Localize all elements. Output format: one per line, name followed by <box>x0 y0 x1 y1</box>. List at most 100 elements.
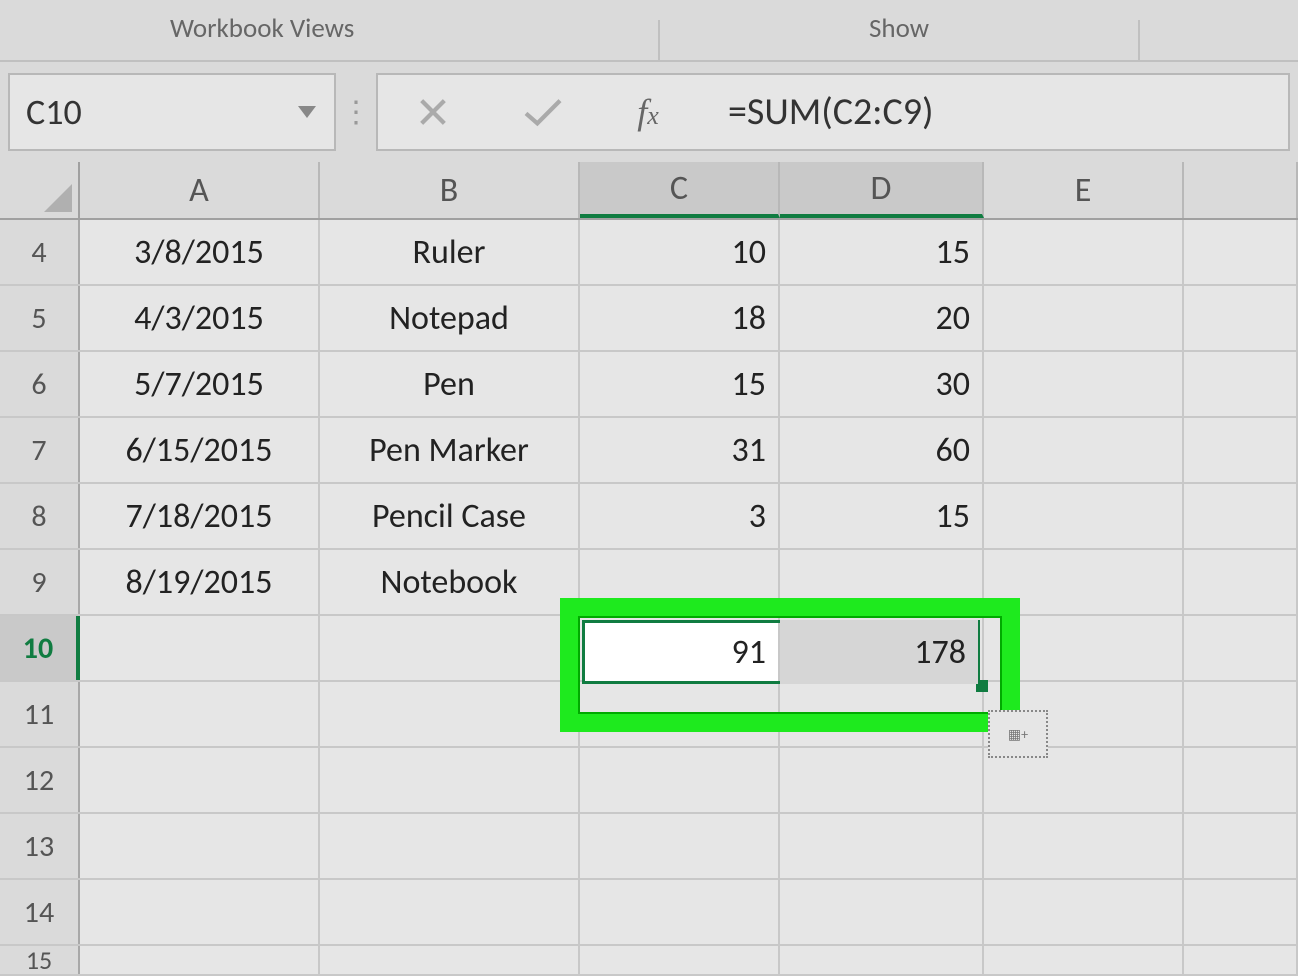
formula-input[interactable]: =SUM(C2:C9) <box>698 73 1290 151</box>
cell[interactable]: Ruler <box>320 220 580 284</box>
cell[interactable] <box>80 814 320 878</box>
cell[interactable]: 15 <box>780 220 984 284</box>
cell[interactable] <box>780 748 984 812</box>
cell[interactable] <box>580 550 780 614</box>
grid-row: 13 <box>0 814 1298 880</box>
cell[interactable] <box>780 814 984 878</box>
cell[interactable] <box>580 880 780 944</box>
cell[interactable] <box>984 880 1184 944</box>
column-header-a[interactable]: A <box>80 162 320 218</box>
cell[interactable]: 3/8/2015 <box>80 220 320 284</box>
cell[interactable] <box>984 418 1184 482</box>
cell[interactable] <box>1184 484 1298 548</box>
cell[interactable] <box>984 550 1184 614</box>
column-headers: A B C D E <box>0 162 1298 220</box>
cell[interactable] <box>580 814 780 878</box>
cell[interactable]: 5/7/2015 <box>80 352 320 416</box>
cell[interactable] <box>320 616 580 680</box>
cell[interactable] <box>1184 682 1298 746</box>
cell[interactable] <box>984 220 1184 284</box>
column-header-d[interactable]: D <box>780 162 984 218</box>
grid-row: 7 6/15/2015 Pen Marker 31 60 <box>0 418 1298 484</box>
cell[interactable] <box>780 616 984 680</box>
column-header-e[interactable]: E <box>984 162 1184 218</box>
row-header[interactable]: 12 <box>0 748 80 812</box>
grid-body[interactable]: 4 3/8/2015 Ruler 10 15 5 4/3/2015 Notepa… <box>0 220 1298 976</box>
row-header[interactable]: 14 <box>0 880 80 944</box>
cell[interactable]: Pen <box>320 352 580 416</box>
chevron-down-icon[interactable] <box>298 106 316 118</box>
row-header[interactable]: 5 <box>0 286 80 350</box>
autofill-options-button[interactable]: ▦+ <box>988 710 1048 758</box>
cell[interactable]: 10 <box>580 220 780 284</box>
cell[interactable] <box>1184 880 1298 944</box>
spreadsheet-grid[interactable]: A B C D E 4 3/8/2015 Ruler 10 15 5 4/3/2… <box>0 162 1298 976</box>
row-header[interactable]: 8 <box>0 484 80 548</box>
cell[interactable]: Notebook <box>320 550 580 614</box>
select-all-corner[interactable] <box>0 162 80 218</box>
grid-row: 10 <box>0 616 1298 682</box>
column-header-f[interactable] <box>1184 162 1298 218</box>
cell[interactable]: 15 <box>580 352 780 416</box>
cell[interactable] <box>80 748 320 812</box>
cell[interactable] <box>1184 550 1298 614</box>
cell[interactable] <box>780 682 984 746</box>
cell[interactable]: 20 <box>780 286 984 350</box>
row-header[interactable]: 9 <box>0 550 80 614</box>
row-header[interactable]: 13 <box>0 814 80 878</box>
cell[interactable] <box>780 880 984 944</box>
cell[interactable]: 3 <box>580 484 780 548</box>
cell[interactable] <box>80 880 320 944</box>
formula-value: =SUM(C2:C9) <box>728 89 934 135</box>
cell[interactable] <box>320 682 580 746</box>
insert-function-button[interactable]: fx <box>598 75 698 149</box>
cell[interactable] <box>1184 748 1298 812</box>
row-header[interactable]: 6 <box>0 352 80 416</box>
cell[interactable]: 8/19/2015 <box>80 550 320 614</box>
cell[interactable] <box>984 814 1184 878</box>
cell[interactable] <box>780 550 984 614</box>
cell[interactable] <box>1184 220 1298 284</box>
cell[interactable] <box>984 616 1184 680</box>
row-header[interactable]: 10 <box>0 616 80 680</box>
row-header[interactable]: 11 <box>0 682 80 746</box>
cell[interactable]: Pen Marker <box>320 418 580 482</box>
row-header[interactable]: 4 <box>0 220 80 284</box>
cancel-button[interactable] <box>378 75 488 149</box>
cell[interactable]: 18 <box>580 286 780 350</box>
grid-row: 15 <box>0 946 1298 976</box>
cell[interactable] <box>1184 352 1298 416</box>
cell[interactable] <box>984 352 1184 416</box>
cell[interactable]: 60 <box>780 418 984 482</box>
cell[interactable] <box>984 484 1184 548</box>
cell[interactable] <box>1184 616 1298 680</box>
cell[interactable] <box>320 880 580 944</box>
grid-row: 6 5/7/2015 Pen 15 30 <box>0 352 1298 418</box>
cell[interactable] <box>80 616 320 680</box>
column-header-b[interactable]: B <box>320 162 580 218</box>
cell[interactable] <box>1184 418 1298 482</box>
cell[interactable] <box>580 616 780 680</box>
enter-button[interactable] <box>488 75 598 149</box>
cell[interactable]: Notepad <box>320 286 580 350</box>
cell[interactable]: 30 <box>780 352 984 416</box>
cell[interactable] <box>320 814 580 878</box>
cell[interactable] <box>984 286 1184 350</box>
row-header[interactable]: 7 <box>0 418 80 482</box>
column-header-c[interactable]: C <box>580 162 780 218</box>
cell[interactable] <box>320 748 580 812</box>
grid-row: 4 3/8/2015 Ruler 10 15 <box>0 220 1298 286</box>
cell[interactable]: Pencil Case <box>320 484 580 548</box>
cell[interactable] <box>580 682 780 746</box>
cell[interactable] <box>1184 814 1298 878</box>
name-box[interactable]: C10 <box>8 73 336 151</box>
cell[interactable]: 6/15/2015 <box>80 418 320 482</box>
cell[interactable]: 31 <box>580 418 780 482</box>
cell[interactable]: 4/3/2015 <box>80 286 320 350</box>
name-box-value: C10 <box>26 90 82 134</box>
cell[interactable]: 15 <box>780 484 984 548</box>
cell[interactable]: 7/18/2015 <box>80 484 320 548</box>
cell[interactable] <box>1184 286 1298 350</box>
cell[interactable] <box>580 748 780 812</box>
cell[interactable] <box>80 682 320 746</box>
